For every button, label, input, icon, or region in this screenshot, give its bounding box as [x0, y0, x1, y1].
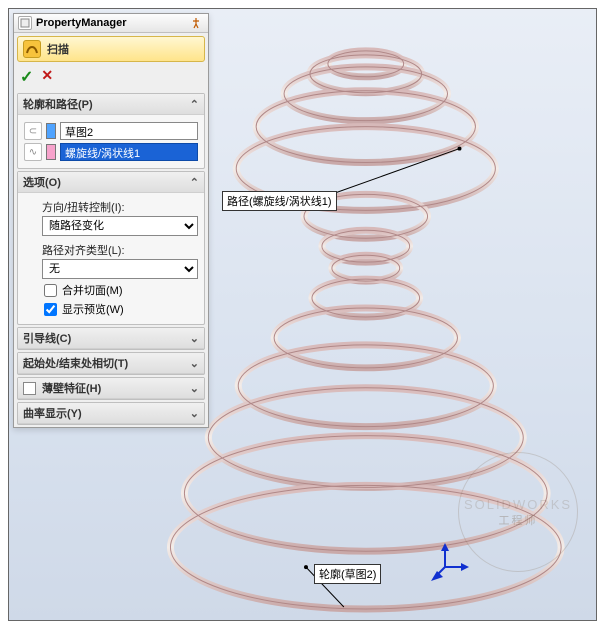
chevron-down-icon: ⌄ — [190, 382, 199, 395]
section-title: 选项(O) — [23, 174, 61, 190]
merge-faces-label: 合并切面(M) — [62, 282, 123, 298]
path-slot-icon[interactable]: ∿ — [24, 143, 42, 161]
sweep-icon — [23, 40, 41, 58]
section-guide-curves: 引导线(C) ⌄ — [17, 327, 205, 350]
section-title: 曲率显示(Y) — [23, 405, 82, 421]
pin-icon[interactable] — [188, 16, 204, 30]
chevron-up-icon: ⌃ — [190, 176, 199, 189]
section-start-end-tangency: 起始处/结束处相切(T) ⌄ — [17, 352, 205, 375]
feature-name: 扫描 — [47, 41, 69, 57]
section-thin-feature: 薄壁特征(H) ⌄ — [17, 377, 205, 400]
section-header-profile-path[interactable]: 轮廓和路径(P) ⌃ — [18, 94, 204, 115]
section-profile-path: 轮廓和路径(P) ⌃ ⊂ 草图2 ∿ 螺旋线/涡状线1 — [17, 93, 205, 169]
ok-button[interactable]: ✓ — [20, 67, 33, 87]
callout-path[interactable]: 路径(螺旋线/涡状线1) — [222, 191, 337, 211]
cancel-button[interactable]: ✕ — [41, 67, 53, 87]
section-title: 引导线(C) — [23, 330, 71, 346]
merge-faces-checkbox[interactable] — [44, 284, 57, 297]
twist-control-select[interactable]: 随路径变化 — [42, 216, 198, 236]
path-color-chip — [46, 144, 56, 160]
feature-header: 扫描 — [17, 36, 205, 62]
section-options: 选项(O) ⌃ 方向/扭转控制(I): 随路径变化 路径对齐类型(L): 无 合… — [17, 171, 205, 325]
section-header-curvature[interactable]: 曲率显示(Y) ⌄ — [18, 403, 204, 424]
pm-icon — [18, 16, 32, 30]
section-header-startend[interactable]: 起始处/结束处相切(T) ⌄ — [18, 353, 204, 374]
show-preview-checkbox[interactable] — [44, 303, 57, 316]
section-header-options[interactable]: 选项(O) ⌃ — [18, 172, 204, 193]
chevron-down-icon: ⌄ — [190, 357, 199, 370]
property-manager-panel: PropertyManager 扫描 ✓ ✕ 轮廓和路径(P) ⌃ ⊂ — [13, 13, 209, 428]
section-header-thin[interactable]: 薄壁特征(H) ⌄ — [18, 378, 204, 399]
section-title: 轮廓和路径(P) — [23, 96, 93, 112]
twist-control-label: 方向/扭转控制(I): — [42, 199, 198, 215]
path-align-select[interactable]: 无 — [42, 259, 198, 279]
path-align-label: 路径对齐类型(L): — [42, 242, 198, 258]
path-field[interactable]: 螺旋线/涡状线1 — [60, 143, 198, 161]
section-curvature-display: 曲率显示(Y) ⌄ — [17, 402, 205, 425]
callout-profile[interactable]: 轮廓(草图2) — [314, 564, 381, 584]
confirm-row: ✓ ✕ — [14, 65, 208, 91]
chevron-down-icon: ⌄ — [190, 407, 199, 420]
section-header-guide[interactable]: 引导线(C) ⌄ — [18, 328, 204, 349]
view-triad[interactable] — [431, 543, 471, 583]
pm-titlebar: PropertyManager — [14, 14, 208, 33]
section-title: 起始处/结束处相切(T) — [23, 355, 128, 371]
app-frame: 路径(螺旋线/涡状线1) 轮廓(草图2) SOLIDWORKS 工程师 Prop… — [8, 8, 597, 621]
profile-slot-icon[interactable]: ⊂ — [24, 122, 42, 140]
chevron-up-icon: ⌃ — [190, 98, 199, 111]
profile-color-chip — [46, 123, 56, 139]
show-preview-label: 显示预览(W) — [62, 301, 124, 317]
chevron-down-icon: ⌄ — [190, 332, 199, 345]
profile-field[interactable]: 草图2 — [60, 122, 198, 140]
pm-title-text: PropertyManager — [36, 17, 126, 29]
thin-feature-checkbox[interactable] — [23, 382, 36, 395]
section-title: 薄壁特征(H) — [42, 380, 101, 396]
